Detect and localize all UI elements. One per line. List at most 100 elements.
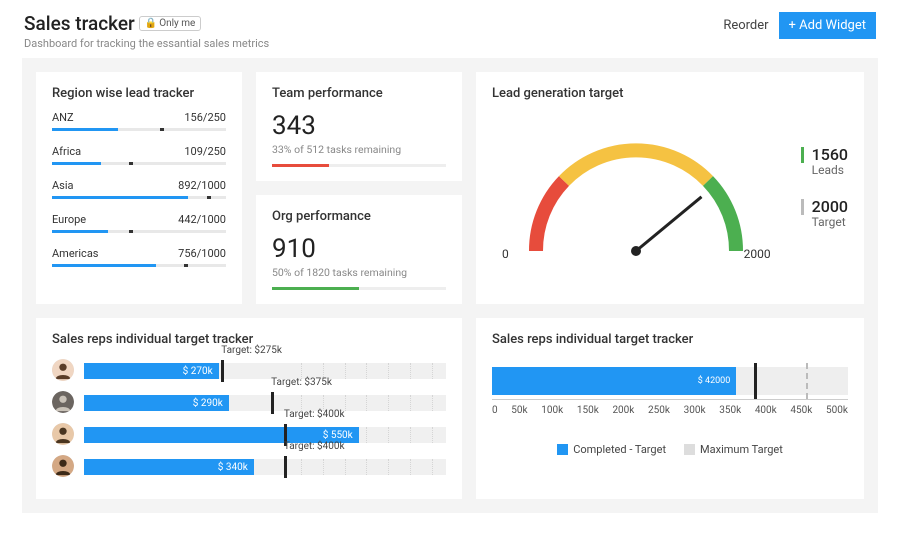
axis-tick: 500k (826, 405, 848, 416)
region-bar-primary (52, 128, 118, 131)
region-bar-secondary (184, 264, 188, 267)
region-name: Americas (52, 247, 98, 260)
rep-target-label: Target: $375k (271, 377, 332, 388)
rep-gridline (301, 459, 302, 475)
axis-tick: 450k (790, 405, 812, 416)
region-row: Asia 892/1000 (52, 179, 226, 199)
gauge-target-value: 2000 (801, 199, 848, 215)
org-performance-bar (272, 287, 446, 290)
org-performance-value: 910 (272, 234, 446, 264)
card-title: Lead generation target (492, 86, 781, 101)
region-value: 109/250 (184, 145, 226, 158)
axis-tick: 350k (719, 405, 741, 416)
region-row: Europe442/1000 (52, 213, 226, 233)
rep-gridline (388, 395, 389, 411)
rep-gridline (388, 459, 389, 475)
reps-team-card: Sales reps individual target tracker $ 4… (476, 318, 864, 499)
avatar (52, 455, 74, 477)
team-performance-bar (272, 164, 446, 167)
legend-completed-label: Completed - Target (573, 443, 666, 456)
team-axis: 050k100k150k200k250k300k350k400k450k500k (492, 405, 848, 416)
legend-completed: Completed - Target (557, 443, 666, 456)
rep-target-label: Target: $275k (221, 345, 282, 356)
region-bar-secondary (207, 196, 211, 199)
region-card: Region wise lead tracker ANZ156/250 Afri… (36, 72, 242, 304)
reorder-button[interactable]: Reorder (723, 18, 768, 33)
lock-icon: 🔒 (145, 18, 157, 29)
org-performance-bar-fill (272, 287, 359, 290)
region-bar-primary (52, 162, 101, 165)
header-right: Reorder + Add Widget (723, 12, 876, 39)
header-left: Sales tracker 🔒 Only me Dashboard for tr… (24, 12, 269, 50)
rep-gridline (410, 427, 411, 443)
region-bar-secondary (129, 230, 133, 233)
org-performance-card: Org performance 910 50% of 1820 tasks re… (256, 195, 462, 304)
team-bar-fill: $ 42000 (492, 367, 736, 395)
region-name: Asia (52, 179, 74, 192)
avatar (52, 391, 74, 413)
legend-max: Maximum Target (684, 443, 783, 456)
rep-chart: Target: $400k $ 340k (84, 453, 446, 479)
region-bar-primary (52, 196, 188, 199)
team-bar-value-label: $ 42000 (698, 376, 731, 386)
region-name: Europe (52, 213, 86, 226)
privacy-badge[interactable]: 🔒 Only me (139, 16, 202, 31)
team-performance-card: Team performance 343 33% of 512 tasks re… (256, 72, 462, 181)
page-title: Sales tracker (24, 12, 135, 35)
rep-chart: Target: $275k $ 270k (84, 357, 446, 383)
rep-gridline (432, 363, 433, 379)
axis-tick: 250k (648, 405, 670, 416)
card-title: Team performance (272, 86, 446, 101)
gauge-min: 0 (502, 247, 509, 261)
gauge-leads-value: 1560 (801, 147, 848, 163)
region-bar (52, 264, 226, 267)
legend-swatch-completed (557, 444, 568, 455)
axis-tick: 50k (511, 405, 527, 416)
rep-gridline (432, 395, 433, 411)
gauge-chart (506, 121, 766, 271)
region-bar (52, 230, 226, 233)
add-widget-button[interactable]: + Add Widget (779, 12, 876, 39)
legend-max-label: Maximum Target (700, 443, 783, 456)
rep-gridline (410, 459, 411, 475)
rep-row: Target: $400k $ 340k (52, 453, 446, 479)
rep-gridline (345, 459, 346, 475)
title-row: Sales tracker 🔒 Only me (24, 12, 269, 35)
region-row: Americas756/1000 (52, 247, 226, 267)
rep-gridline (366, 459, 367, 475)
axis-tick: 300k (684, 405, 706, 416)
region-row: ANZ156/250 (52, 111, 226, 131)
rep-gridline (366, 395, 367, 411)
card-title: Sales reps individual target tracker (492, 332, 848, 347)
axis-tick: 0 (492, 405, 498, 416)
rep-gridline (323, 459, 324, 475)
rep-bar-fill: $ 270k (84, 363, 219, 379)
team-target-mark (754, 363, 757, 399)
gauge-target-label: Target (801, 215, 848, 229)
rep-row: Target: $375k $ 290k (52, 389, 446, 415)
region-bar-secondary (160, 128, 164, 131)
team-bar-chart: $ 42000 050k100k150k200k250k300k350k400k… (492, 357, 848, 437)
page-subtitle: Dashboard for tracking the essantial sal… (24, 37, 269, 50)
rep-gridline (388, 427, 389, 443)
gauge-area: 0 2000 (492, 111, 781, 266)
rep-chart: Target: $400k $ 550k (84, 421, 446, 447)
axis-tick: 200k (612, 405, 634, 416)
legend-swatch-max (684, 444, 695, 455)
avatar (52, 423, 74, 445)
team-performance-bar-fill (272, 164, 329, 167)
rep-target-mark (284, 456, 287, 478)
card-title: Org performance (272, 209, 446, 224)
axis-tick: 150k (577, 405, 599, 416)
card-title: Region wise lead tracker (52, 86, 226, 101)
rep-gridline (432, 427, 433, 443)
page-header: Sales tracker 🔒 Only me Dashboard for tr… (0, 0, 900, 58)
region-value: 892/1000 (178, 179, 226, 192)
rep-gridline (345, 363, 346, 379)
gauge-max: 2000 (744, 247, 771, 261)
avatar (52, 359, 74, 381)
gauge-leads-label: Leads (801, 163, 848, 177)
rep-gridline (388, 363, 389, 379)
rep-target-label: Target: $400k (284, 409, 345, 420)
dashboard: Region wise lead tracker ANZ156/250 Afri… (22, 58, 878, 513)
